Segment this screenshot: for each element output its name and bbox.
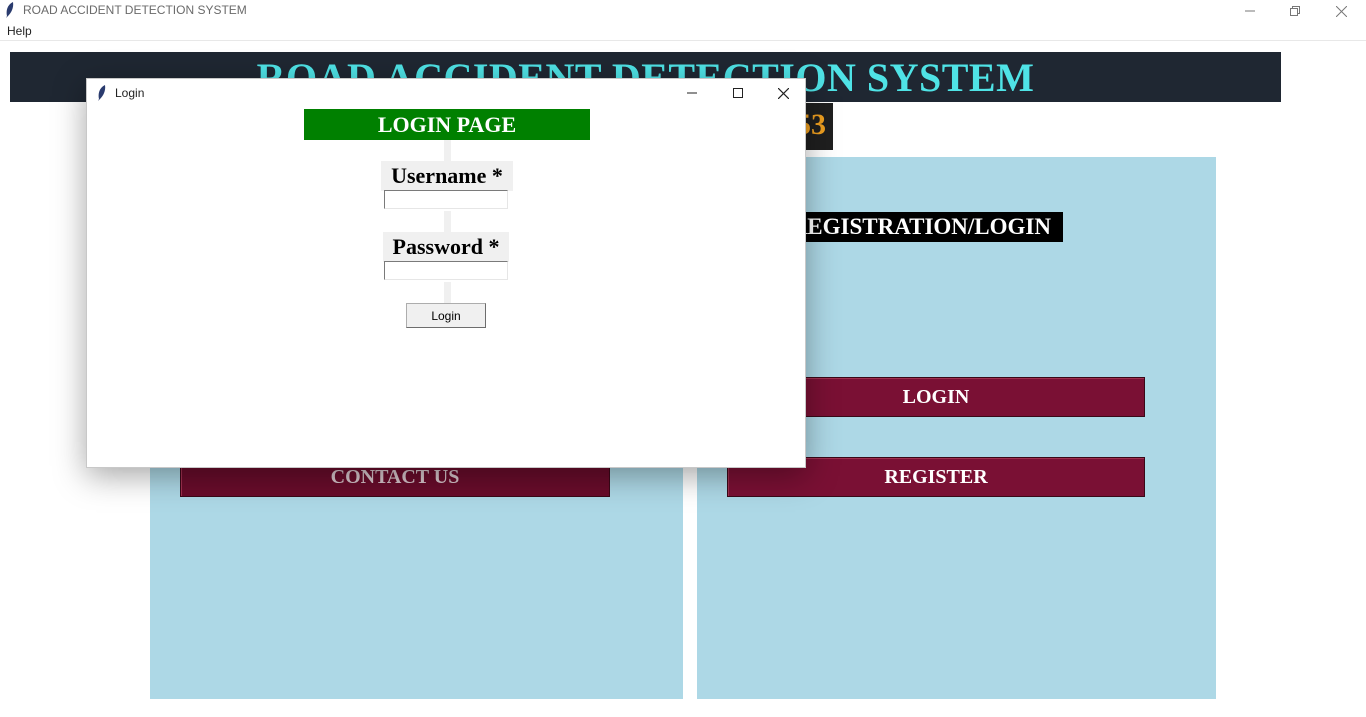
registration-login-text: REGISTRATION/LOGIN [790,214,1051,239]
login-page-heading: LOGIN PAGE [304,109,590,140]
feather-icon [6,2,14,18]
spacer [444,211,451,232]
dialog-maximize-button[interactable] [715,79,761,107]
minimize-icon [1245,10,1255,12]
login-dialog: Login LOGIN PAGE Username * Password * L… [86,78,806,468]
menubar: Help [0,22,1366,41]
dialog-close-button[interactable] [760,79,806,107]
menu-help[interactable]: Help [7,24,32,38]
spacer [444,140,451,161]
dialog-titlebar: Login [87,79,805,107]
dialog-title: Login [115,86,145,100]
main-titlebar: ROAD ACCIDENT DETECTION SYSTEM [0,0,1366,22]
restore-button[interactable] [1272,0,1318,22]
dialog-minimize-button[interactable] [669,79,715,107]
maximize-icon [733,88,743,98]
restore-icon [1290,6,1300,16]
close-button[interactable] [1318,0,1364,22]
feather-icon [98,85,106,101]
username-input[interactable] [384,190,508,209]
password-label: Password * [383,232,509,262]
minimize-icon [687,92,697,94]
minimize-button[interactable] [1227,0,1273,22]
close-icon [777,87,789,99]
login-submit-button[interactable]: Login [406,303,486,328]
window-title: ROAD ACCIDENT DETECTION SYSTEM [23,3,247,17]
password-input[interactable] [384,261,508,280]
registration-login-label: REGISTRATION/LOGIN [766,212,1063,242]
username-label: Username * [381,161,513,191]
close-icon [1335,5,1347,17]
spacer [444,282,451,303]
